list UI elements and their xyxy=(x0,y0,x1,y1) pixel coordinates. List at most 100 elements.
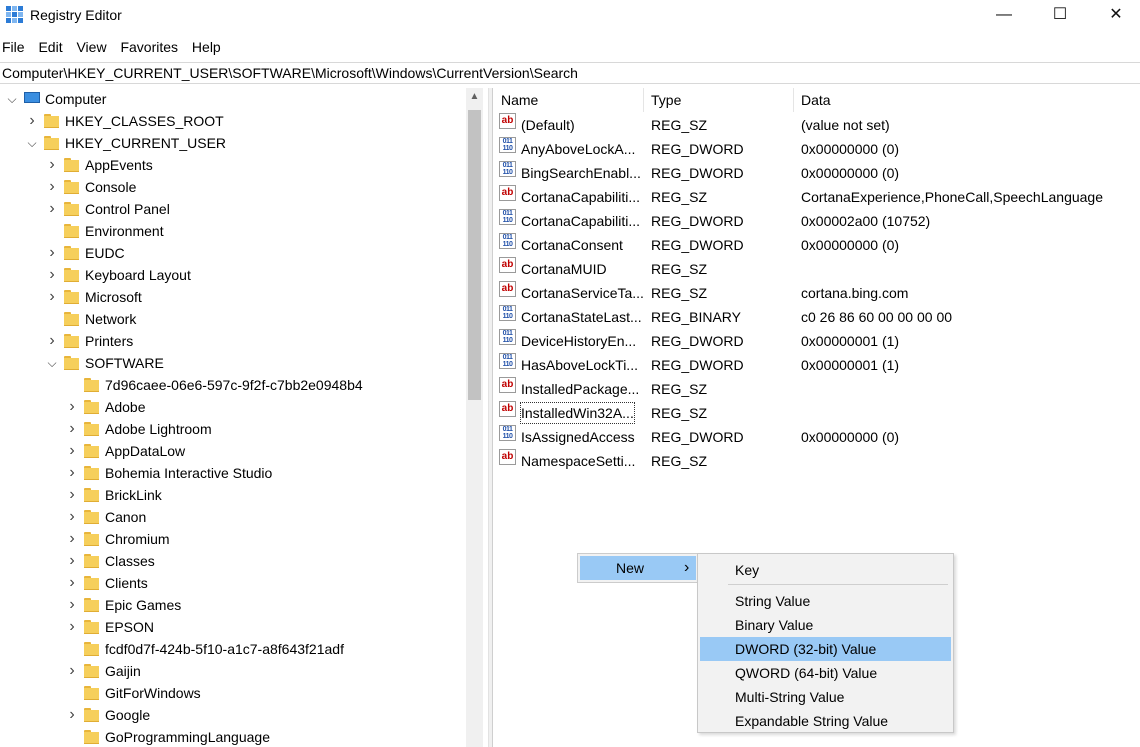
minimize-button[interactable]: — xyxy=(976,0,1032,32)
tree-item[interactable]: › EUDC xyxy=(0,242,466,264)
scrollbar-thumb[interactable] xyxy=(468,110,481,400)
table-row[interactable]: 011 110 HasAboveLockTi... REG_DWORD 0x000000… xyxy=(494,353,1140,377)
chevron-right-icon[interactable]: › xyxy=(66,528,78,550)
tree-item-label: HKEY_CLASSES_ROOT xyxy=(65,113,224,129)
chevron-right-icon[interactable]: › xyxy=(66,462,78,484)
chevron-right-icon[interactable]: › xyxy=(66,572,78,594)
folder-icon xyxy=(84,598,99,612)
chevron-right-icon[interactable]: › xyxy=(66,418,78,440)
tree-item[interactable]: › Printers xyxy=(0,330,466,352)
submenu-item-string-value[interactable]: String Value xyxy=(700,589,951,613)
table-row[interactable]: ab NamespaceSetti... REG_SZ xyxy=(494,449,1140,473)
table-row[interactable]: ab InstalledWin32A... REG_SZ xyxy=(494,401,1140,425)
table-row[interactable]: 011 110 IsAssignedAccess REG_DWORD 0x0000000… xyxy=(494,425,1140,449)
chevron-down-icon[interactable]: ⌵ xyxy=(46,352,58,374)
computer-icon xyxy=(24,92,40,103)
chevron-right-icon[interactable]: › xyxy=(46,176,58,198)
chevron-right-icon[interactable]: › xyxy=(66,616,78,638)
tree-item[interactable]: › Bohemia Interactive Studio xyxy=(0,462,466,484)
pane-splitter[interactable] xyxy=(488,88,493,747)
table-row[interactable]: 011 110 CortanaStateLast... REG_BINARY c0 26… xyxy=(494,305,1140,329)
tree-item[interactable]: › Clients xyxy=(0,572,466,594)
tree-item[interactable]: › Adobe Lightroom xyxy=(0,418,466,440)
close-button[interactable]: ✕ xyxy=(1088,0,1140,32)
menu-file[interactable]: File xyxy=(0,36,29,58)
chevron-down-icon[interactable]: ⌵ xyxy=(6,88,18,110)
tree-item[interactable]: › Gaijin xyxy=(0,660,466,682)
tree-item[interactable]: › Epic Games xyxy=(0,594,466,616)
tree-item[interactable]: › Canon xyxy=(0,506,466,528)
tree-item[interactable]: › Adobe xyxy=(0,396,466,418)
table-row[interactable]: ab (Default) REG_SZ (value not set) xyxy=(494,113,1140,137)
submenu-item-dword-32-bit-value[interactable]: DWORD (32-bit) Value xyxy=(700,637,951,661)
tree-item[interactable]: GoProgrammingLanguage xyxy=(0,726,466,747)
tree-scrollbar[interactable]: ▲ xyxy=(466,88,483,747)
chevron-right-icon[interactable]: › xyxy=(46,154,58,176)
submenu-item-multi-string-value[interactable]: Multi-String Value xyxy=(700,685,951,709)
submenu-item-binary-value[interactable]: Binary Value xyxy=(700,613,951,637)
submenu-item-expandable-string-value[interactable]: Expandable String Value xyxy=(700,709,951,733)
tree-item[interactable]: fcdf0d7f-424b-5f10-a1c7-a8f643f21adf xyxy=(0,638,466,660)
tree-item[interactable]: › Keyboard Layout xyxy=(0,264,466,286)
chevron-right-icon[interactable]: › xyxy=(66,484,78,506)
table-row[interactable]: ab CortanaCapabiliti... REG_SZ CortanaExper… xyxy=(494,185,1140,209)
table-row[interactable]: 011 110 AnyAboveLockA... REG_DWORD 0x0000000… xyxy=(494,137,1140,161)
tree-item[interactable]: › BrickLink xyxy=(0,484,466,506)
table-row[interactable]: ab InstalledPackage... REG_SZ xyxy=(494,377,1140,401)
chevron-right-icon[interactable]: › xyxy=(66,660,78,682)
submenu-item-key[interactable]: Key xyxy=(700,558,951,582)
tree-item-label: Chromium xyxy=(105,531,170,547)
menu-help[interactable]: Help xyxy=(190,36,225,58)
tree-item[interactable]: › AppDataLow xyxy=(0,440,466,462)
tree-item[interactable]: ⌵ Computer xyxy=(0,88,466,110)
tree-item[interactable]: › AppEvents xyxy=(0,154,466,176)
table-row[interactable]: 011 110 CortanaCapabiliti... REG_DWORD 0x000… xyxy=(494,209,1140,233)
tree-item[interactable]: › Microsoft xyxy=(0,286,466,308)
binary-value-icon: 011 110 xyxy=(499,305,516,321)
table-row[interactable]: 011 110 CortanaConsent REG_DWORD 0x00000000 … xyxy=(494,233,1140,257)
table-row[interactable]: 011 110 BingSearchEnabl... REG_DWORD 0x00000… xyxy=(494,161,1140,185)
chevron-right-icon[interactable]: › xyxy=(66,550,78,572)
tree-item[interactable]: › EPSON xyxy=(0,616,466,638)
menu-view[interactable]: View xyxy=(74,36,110,58)
column-header-type[interactable]: Type xyxy=(644,88,794,112)
address-bar[interactable]: Computer\HKEY_CURRENT_USER\SOFTWARE\Micr… xyxy=(0,62,1140,84)
folder-icon xyxy=(84,532,99,546)
key-tree[interactable]: ⌵ Computer › HKEY_CLASSES_ROOT ⌵ HKEY_CURRENT… xyxy=(0,88,486,747)
column-header-name[interactable]: Name xyxy=(494,88,644,112)
column-header-data[interactable]: Data xyxy=(794,88,1140,112)
chevron-right-icon[interactable]: › xyxy=(66,440,78,462)
tree-item[interactable]: › Console xyxy=(0,176,466,198)
tree-item[interactable]: ⌵ SOFTWARE xyxy=(0,352,466,374)
chevron-right-icon[interactable]: › xyxy=(46,264,58,286)
menu-favorites[interactable]: Favorites xyxy=(118,36,182,58)
submenu-item-qword-64-bit-value[interactable]: QWORD (64-bit) Value xyxy=(700,661,951,685)
context-menu-new[interactable]: New › xyxy=(580,556,696,580)
chevron-right-icon[interactable]: › xyxy=(46,286,58,308)
tree-item[interactable]: › Control Panel xyxy=(0,198,466,220)
chevron-right-icon[interactable]: › xyxy=(66,704,78,726)
chevron-right-icon[interactable]: › xyxy=(66,594,78,616)
tree-item[interactable]: › Classes xyxy=(0,550,466,572)
tree-item[interactable]: ⌵ HKEY_CURRENT_USER xyxy=(0,132,466,154)
tree-item[interactable]: GitForWindows xyxy=(0,682,466,704)
maximize-button[interactable]: ☐ xyxy=(1032,0,1088,32)
table-row[interactable]: ab CortanaServiceTa... REG_SZ cortana.bing.… xyxy=(494,281,1140,305)
chevron-right-icon[interactable]: › xyxy=(46,242,58,264)
chevron-right-icon[interactable]: › xyxy=(46,330,58,352)
tree-item[interactable]: › Google xyxy=(0,704,466,726)
tree-item[interactable]: › Chromium xyxy=(0,528,466,550)
table-row[interactable]: 011 110 DeviceHistoryEn... REG_DWORD 0x00000… xyxy=(494,329,1140,353)
chevron-right-icon[interactable]: › xyxy=(66,506,78,528)
tree-item[interactable]: 7d96caee-06e6-597c-9f2f-c7bb2e0948b4 xyxy=(0,374,466,396)
tree-item[interactable]: › HKEY_CLASSES_ROOT xyxy=(0,110,466,132)
menu-edit[interactable]: Edit xyxy=(36,36,66,58)
table-row[interactable]: ab CortanaMUID REG_SZ xyxy=(494,257,1140,281)
chevron-right-icon[interactable]: › xyxy=(66,396,78,418)
scroll-up-arrow-icon[interactable]: ▲ xyxy=(466,88,483,105)
chevron-down-icon[interactable]: ⌵ xyxy=(26,132,38,154)
chevron-right-icon[interactable]: › xyxy=(46,198,58,220)
chevron-right-icon[interactable]: › xyxy=(26,110,38,132)
tree-item[interactable]: Environment xyxy=(0,220,466,242)
tree-item[interactable]: Network xyxy=(0,308,466,330)
